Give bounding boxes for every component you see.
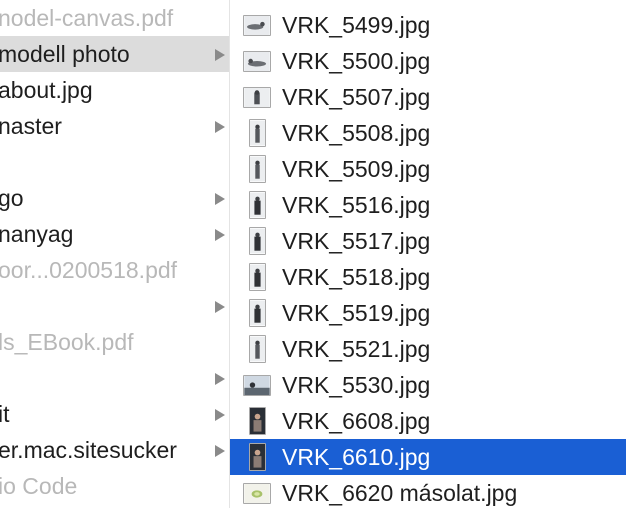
left-item-about[interactable]: about.jpg (0, 72, 229, 108)
left-item-label: go (0, 185, 24, 211)
chevron-right-icon (215, 193, 225, 205)
file-row[interactable]: VRK_5507.jpg (230, 79, 626, 115)
left-item-oor-pdf[interactable]: oor...0200518.pdf (0, 252, 229, 288)
left-item-io-code[interactable]: io Code (0, 468, 229, 504)
file-name: VRK_5500.jpg (282, 48, 431, 74)
file-row[interactable]: VRK_5508.jpg (230, 115, 626, 151)
file-row[interactable]: VRK_5521.jpg (230, 331, 626, 367)
chevron-right-icon (215, 301, 225, 313)
file-name: VRK_5499.jpg (282, 12, 431, 38)
image-thumbnail-icon (243, 483, 271, 504)
left-item-ebook-pdf[interactable]: ls_EBook.pdf (0, 324, 229, 360)
left-item-label: nanyag (0, 221, 74, 247)
file-row-selected[interactable]: VRK_6610.jpg (230, 439, 626, 475)
chevron-right-icon (215, 445, 225, 457)
file-name: VRK_5507.jpg (282, 84, 431, 110)
file-row[interactable]: VRK_5530.jpg (230, 367, 626, 403)
file-row[interactable]: VRK_5519.jpg (230, 295, 626, 331)
left-item-blank[interactable] (0, 144, 229, 180)
file-name: VRK_5508.jpg (282, 120, 431, 146)
image-thumbnail-icon (249, 299, 266, 327)
file-name: VRK_6610.jpg (282, 444, 431, 470)
image-thumbnail-icon (249, 263, 266, 291)
left-item-label: naster (0, 113, 62, 139)
left-item-label: modell photo (0, 41, 130, 67)
left-item-label: nodel-canvas.pdf (0, 5, 174, 31)
file-name: VRK_5521.jpg (282, 336, 431, 362)
left-item-label: ls_EBook.pdf (0, 329, 134, 355)
left-item-nanyag[interactable]: nanyag (0, 216, 229, 252)
left-item-label: oor...0200518.pdf (0, 257, 178, 283)
chevron-right-icon (215, 409, 225, 421)
chevron-right-icon (215, 229, 225, 241)
parent-column: nodel-canvas.pdf modell photo about.jpg … (0, 0, 229, 508)
left-item-label: it (0, 401, 10, 427)
image-thumbnail-icon (243, 51, 271, 72)
left-item-modell-photo[interactable]: modell photo (0, 36, 229, 72)
image-thumbnail-icon (249, 119, 266, 147)
image-thumbnail-icon (249, 335, 266, 363)
image-thumbnail-icon (243, 15, 271, 36)
left-item-sitesucker[interactable]: er.mac.sitesucker (0, 432, 229, 468)
left-item-label: er.mac.sitesucker (0, 437, 177, 463)
file-row[interactable]: VRK_5516.jpg (230, 187, 626, 223)
file-name: VRK_5517.jpg (282, 228, 431, 254)
file-name: VRK_5518.jpg (282, 264, 431, 290)
file-name: VRK_5509.jpg (282, 156, 431, 182)
image-thumbnail-icon (243, 375, 271, 396)
file-row[interactable]: VRK_5500.jpg (230, 43, 626, 79)
file-name: VRK_6608.jpg (282, 408, 431, 434)
left-item-folder-unnamed-2[interactable] (0, 360, 229, 396)
chevron-right-icon (215, 49, 225, 61)
left-item-folder-unnamed[interactable] (0, 288, 229, 324)
image-thumbnail-icon (249, 191, 266, 219)
chevron-right-icon (215, 373, 225, 385)
file-row[interactable]: VRK_5517.jpg (230, 223, 626, 259)
file-row[interactable]: VRK_6608.jpg (230, 403, 626, 439)
left-item-go[interactable]: go (0, 180, 229, 216)
file-name: VRK_5530.jpg (282, 372, 431, 398)
file-column: VRK_5499.jpg VRK_5500.jpg VRK_5507.jpg V… (230, 0, 626, 508)
left-item-label: about.jpg (0, 77, 93, 103)
image-thumbnail-icon (249, 407, 266, 435)
chevron-right-icon (215, 121, 225, 133)
image-thumbnail-icon (249, 443, 266, 471)
left-item-nodel-canvas[interactable]: nodel-canvas.pdf (0, 0, 229, 36)
file-row[interactable]: VRK_5499.jpg (230, 7, 626, 43)
file-row[interactable]: VRK_5518.jpg (230, 259, 626, 295)
left-item-naster[interactable]: naster (0, 108, 229, 144)
left-item-it[interactable]: it (0, 396, 229, 432)
file-row[interactable]: VRK_6620 másolat.jpg (230, 475, 626, 508)
file-row[interactable]: VRK_5509.jpg (230, 151, 626, 187)
file-name: VRK_5516.jpg (282, 192, 431, 218)
image-thumbnail-icon (249, 227, 266, 255)
image-thumbnail-icon (243, 87, 271, 108)
file-name: VRK_6620 másolat.jpg (282, 480, 518, 506)
left-item-label: io Code (0, 473, 78, 499)
file-name: VRK_5519.jpg (282, 300, 431, 326)
image-thumbnail-icon (249, 155, 266, 183)
